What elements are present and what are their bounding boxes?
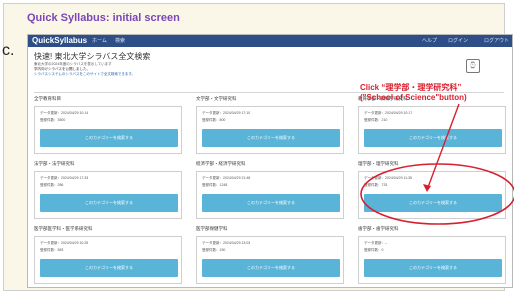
record-count: 登録件数：210: [364, 118, 388, 122]
category-card-2: 教育学部・教育学研究科 データ更新：2024/04/29 10:17 登録件数：…: [358, 96, 508, 154]
category-search-button[interactable]: このカテゴリーを検索する: [40, 129, 178, 147]
nav-help[interactable]: ヘルプ: [422, 37, 437, 44]
nav-home[interactable]: ホーム: [92, 37, 107, 44]
category-search-button[interactable]: このカテゴリーを検索する: [202, 259, 340, 277]
screenshot: QuickSyllabus ホーム 検索 ヘルプ ログイン ログアウト 快速! …: [27, 34, 513, 288]
category-search-button[interactable]: このカテゴリーを検索する: [364, 129, 502, 147]
slide-title: Quick Syllabus: initial screen: [27, 12, 180, 24]
annotation-line-1: Click “理学部・理学研究科”: [360, 83, 462, 92]
record-count: 登録件数：800: [202, 118, 226, 122]
category-card-7: 医学部保健学科 データ更新：2024/04/29 13:03 登録件数：150 …: [196, 226, 346, 284]
updated-time: データ更新：--: [364, 241, 388, 245]
category-card-3: 法学部・法学研究科 データ更新：2024/04/29 17:33 登録件数：28…: [34, 161, 184, 219]
category-label: 理学部・理学研究科: [358, 161, 399, 166]
updated-time: データ更新：2024/04/29 10:25: [40, 241, 89, 245]
nav-login[interactable]: ログイン: [448, 37, 468, 44]
category-card-6: 医学部医学科・医学系研究科 データ更新：2024/04/29 10:25 登録件…: [34, 226, 184, 284]
notice-line-3: シラバスシステムのシラバスをこのサイトで全文検索できます。: [34, 72, 135, 76]
updated-time: データ更新：2024/04/29 10:17: [364, 111, 413, 115]
annotation-text: Click “理学部・理学研究科” ("School of Science"bu…: [360, 83, 510, 103]
category-label: 経済学部・経済学研究科: [196, 161, 246, 166]
category-label: 全学教育科目: [34, 96, 61, 101]
category-search-button[interactable]: このカテゴリーを検索する: [40, 259, 178, 277]
category-card-body: データ更新：2024/04/29 10:17 登録件数：210 このカテゴリーを…: [358, 106, 506, 154]
category-card-body: データ更新：2024/04/29 10:25 登録件数：583 このカテゴリーを…: [34, 236, 182, 284]
nav-logout[interactable]: ログアウト: [484, 37, 509, 44]
category-card-1: 文学部・文学研究科 データ更新：2024/04/29 17:10 登録件数：80…: [196, 96, 346, 154]
category-search-button[interactable]: このカテゴリーを検索する: [202, 194, 340, 212]
category-card-body: データ更新：2024/04/29 21:48 登録件数：1248 このカテゴリー…: [196, 171, 344, 219]
record-count: 登録件数：150: [202, 248, 226, 252]
category-card-0: 全学教育科目 データ更新：2024/04/29 10:14 登録件数：3500 …: [34, 96, 184, 154]
category-card-4: 経済学部・経済学研究科 データ更新：2024/04/29 21:48 登録件数：…: [196, 161, 346, 219]
category-label: 歯学部・歯学研究科: [358, 226, 399, 231]
side-letter: c.: [2, 42, 15, 59]
record-count: 登録件数：583: [40, 248, 64, 252]
category-search-button[interactable]: このカテゴリーを検索する: [364, 259, 502, 277]
category-card-body: データ更新：2024/04/29 17:10 登録件数：800 このカテゴリーを…: [196, 106, 344, 154]
updated-time: データ更新：2024/04/29 13:03: [202, 241, 251, 245]
record-count: 登録件数：286: [40, 183, 64, 187]
nav-search[interactable]: 検索: [115, 37, 125, 44]
category-card-8: 歯学部・歯学研究科 データ更新：-- 登録件数：0 このカテゴリーを検索する: [358, 226, 508, 284]
category-card-5: 理学部・理学研究科 データ更新：2024/04/29 11:35 登録件数：73…: [358, 161, 508, 219]
updated-time: データ更新：2024/04/29 10:14: [40, 111, 89, 115]
category-card-body: データ更新：2024/04/29 13:03 登録件数：150 このカテゴリーを…: [196, 236, 344, 284]
updated-time: データ更新：2024/04/29 21:48: [202, 176, 251, 180]
record-count: 登録件数：0: [364, 248, 384, 252]
record-count: 登録件数：733: [364, 183, 388, 187]
category-search-button[interactable]: このカテゴリーを検索する: [202, 129, 340, 147]
top-navbar: QuickSyllabus ホーム 検索 ヘルプ ログイン ログアウト: [28, 35, 512, 47]
category-label: 法学部・法学研究科: [34, 161, 75, 166]
record-count: 登録件数：3500: [40, 118, 66, 122]
school-of-science-button[interactable]: このカテゴリーを検索する: [364, 194, 502, 212]
category-label: 医学部医学科・医学系研究科: [34, 226, 93, 231]
updated-time: データ更新：2024/04/29 17:33: [40, 176, 89, 180]
page-title: 快速! 東北大学シラバス全文検索: [34, 52, 151, 61]
category-label: 医学部保健学科: [196, 226, 228, 231]
category-search-button[interactable]: このカテゴリーを検索する: [40, 194, 178, 212]
notice-text: 東北大学の2024年度のシラバスを表示しています 学内向けシラバスを公開しました…: [34, 62, 454, 77]
category-card-body: データ更新：2024/04/29 10:14 登録件数：3500 このカテゴリー…: [34, 106, 182, 154]
clock-icon: ⌚: [466, 59, 480, 73]
annotation-line-2: ("School of Science"button): [360, 93, 467, 102]
category-card-body: データ更新：-- 登録件数：0 このカテゴリーを検索する: [358, 236, 506, 284]
updated-time: データ更新：2024/04/29 17:10: [202, 111, 251, 115]
brand-logo[interactable]: QuickSyllabus: [32, 36, 87, 45]
record-count: 登録件数：1248: [202, 183, 228, 187]
updated-time: データ更新：2024/04/29 11:35: [364, 176, 412, 180]
category-label: 文学部・文学研究科: [196, 96, 237, 101]
category-card-body: データ更新：2024/04/29 11:35 登録件数：733 このカテゴリーを…: [358, 171, 506, 219]
category-card-body: データ更新：2024/04/29 17:33 登録件数：286 このカテゴリーを…: [34, 171, 182, 219]
